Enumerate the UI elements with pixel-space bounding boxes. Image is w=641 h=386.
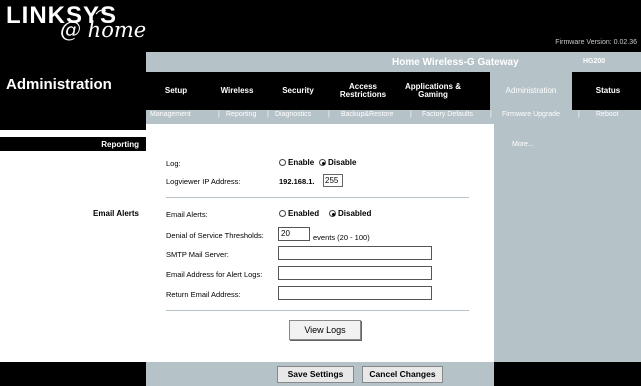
email-enabled-label: Enabled: [288, 209, 320, 218]
subtab-separator: |: [410, 111, 412, 118]
radio-checked-icon: [319, 159, 326, 166]
logviewer-ip-prefix: 192.168.1.: [279, 177, 315, 186]
help-panel: [494, 124, 641, 362]
tab-applications-gaming[interactable]: Applications & Gaming: [398, 72, 468, 110]
email-alerts-label: Email Alerts:: [166, 210, 208, 219]
email-alerts-disabled-radio[interactable]: Disabled: [329, 209, 371, 218]
subtab-diagnostics[interactable]: Diagnostics: [275, 111, 311, 118]
divider: [166, 310, 469, 311]
dos-threshold-label: Denial of Service Thresholds:: [166, 231, 264, 240]
tab-administration[interactable]: Administration: [490, 72, 572, 110]
model-number: HG200: [583, 58, 606, 65]
subtab-separator: |: [328, 111, 330, 118]
subtab-reporting[interactable]: Reporting: [226, 111, 256, 118]
subtab-factory-defaults[interactable]: Factory Defaults: [422, 111, 473, 118]
logo-at-home: @ home: [60, 18, 147, 42]
logviewer-ip-last-octet[interactable]: 255: [323, 174, 343, 187]
footer-right: [494, 362, 641, 386]
return-email-input[interactable]: [278, 286, 432, 300]
subtab-management[interactable]: Management: [150, 111, 191, 118]
return-email-label: Return Email Address:: [166, 290, 241, 299]
log-disable-label: Disable: [328, 158, 357, 167]
subtab-separator: |: [218, 111, 220, 118]
subtab-separator: |: [578, 111, 580, 118]
subtab-separator: |: [267, 111, 269, 118]
dos-threshold-hint: events (20 - 100): [313, 233, 370, 242]
tab-wireless[interactable]: Wireless: [206, 72, 268, 110]
tab-access-restrictions[interactable]: Access Restrictions: [328, 72, 398, 110]
subtab-firmware-upgrade[interactable]: Firmware Upgrade: [502, 111, 560, 118]
log-enable-label: Enable: [288, 158, 315, 167]
view-logs-button[interactable]: View Logs: [289, 320, 361, 340]
log-label: Log:: [166, 159, 181, 168]
dos-threshold-input[interactable]: 20: [278, 227, 310, 241]
alert-email-input[interactable]: [278, 266, 432, 280]
log-enable-radio[interactable]: Enable: [279, 158, 314, 167]
left-column: [0, 130, 146, 362]
firmware-version: Firmware Version: 0.02.36: [555, 39, 637, 46]
save-settings-button[interactable]: Save Settings: [277, 366, 354, 383]
subtab-separator: |: [490, 111, 492, 118]
alert-email-label: Email Address for Alert Logs:: [166, 270, 263, 279]
tab-security[interactable]: Security: [268, 72, 328, 110]
log-disable-radio[interactable]: Disable: [319, 158, 356, 167]
product-name: Home Wireless-G Gateway: [392, 57, 519, 68]
subtab-backup-restore[interactable]: Backup&Restore: [341, 111, 394, 118]
section-email-alerts: Email Alerts: [93, 209, 139, 218]
tab-setup[interactable]: Setup: [146, 72, 206, 110]
radio-unchecked-icon: [279, 159, 286, 166]
email-alerts-enabled-radio[interactable]: Enabled: [279, 209, 319, 218]
radio-unchecked-icon: [279, 210, 286, 217]
smtp-server-label: SMTP Mail Server:: [166, 250, 229, 259]
logo-swoosh-icon: [95, 9, 107, 15]
more-link[interactable]: More...: [512, 141, 534, 148]
page-title: Administration: [6, 76, 112, 93]
tab-status[interactable]: Status: [578, 72, 638, 110]
cancel-changes-button[interactable]: Cancel Changes: [362, 366, 443, 383]
radio-checked-icon: [329, 210, 336, 217]
divider: [166, 197, 469, 198]
email-disabled-label: Disabled: [338, 209, 372, 218]
subtab-reboot[interactable]: Reboot: [596, 111, 619, 118]
section-reporting: Reporting: [101, 140, 139, 149]
logviewer-ip-label: Logviewer IP Address:: [166, 177, 241, 186]
smtp-server-input[interactable]: [278, 246, 432, 260]
